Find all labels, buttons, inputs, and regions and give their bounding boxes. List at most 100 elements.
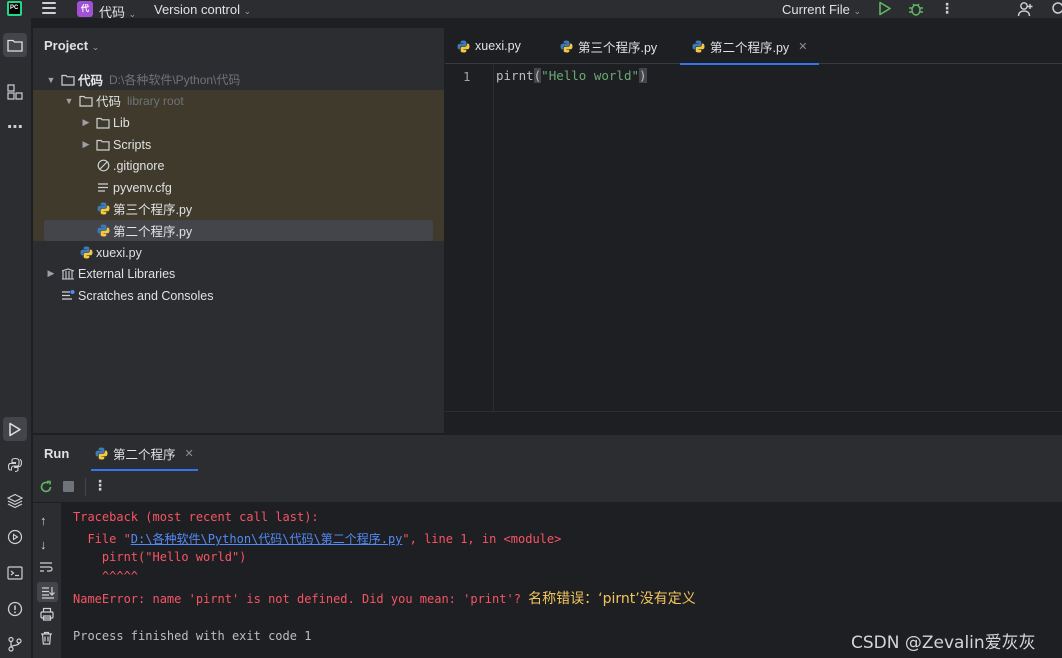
toolbar-divider [85,478,86,496]
git-tool-button[interactable] [3,632,27,656]
warning-circle-icon [7,601,23,617]
structure-tool-button[interactable] [3,80,27,104]
more-tools-icon[interactable]: ⋯ [3,115,27,139]
run-tab-label: 第二个程序 [113,447,176,462]
console-code-line: pirnt("Hello world") [73,550,247,564]
tree-item-label: xuexi.py [96,245,142,260]
search-button[interactable] [1051,1,1062,20]
tree-item-external-libraries[interactable]: ▶ External Libraries [33,263,444,284]
git-branch-icon [8,636,22,652]
more-actions-icon[interactable]: ⋮ [940,0,954,17]
tree-item-gitignore[interactable]: .gitignore [33,155,444,176]
print-icon[interactable] [40,607,54,624]
folder-icon [96,138,110,151]
version-control-label: Version control [154,2,240,17]
close-icon[interactable]: ✕ [798,40,807,53]
code-editor[interactable]: 1 pirnt("Hello world") [445,65,1062,433]
structure-icon [7,84,23,100]
watermark: CSDN @Zevalin爱灰灰 [851,633,1036,653]
code-string: "Hello world" [541,68,640,83]
project-switcher[interactable]: 代码 ⌄ [99,2,136,21]
version-control-menu[interactable]: Version control ⌄ [154,2,251,17]
trash-icon[interactable] [40,631,53,648]
project-badge[interactable]: 代 [77,1,93,17]
more-actions-icon[interactable]: ⋮ [93,477,107,494]
console-caret-line: ^^^^^ [73,569,139,583]
tree-item-pyvenv-cfg[interactable]: pyvenv.cfg [33,177,444,198]
tab-second-program[interactable]: 第二个程序.py ✕ [680,28,820,65]
run-tool-button[interactable] [3,417,27,441]
text-file-icon [96,181,110,194]
arrow-up-icon[interactable]: ↑ [40,513,47,528]
python-file-icon [79,246,93,259]
run-config-selector[interactable]: Current File ⌄ [782,2,861,17]
soft-wrap-icon[interactable] [39,561,53,577]
main-menu-icon[interactable] [42,2,56,14]
tree-item-scripts-folder[interactable]: ▶ Scripts [33,134,444,155]
tab-label: 第三个程序.py [578,40,658,55]
tab-label: 第二个程序.py [710,40,790,55]
tree-item-third-program[interactable]: 第三个程序.py [33,198,444,219]
chevron-right-icon[interactable]: ▶ [80,117,92,128]
project-panel-header[interactable]: Project ⌄ [44,38,99,53]
debug-button[interactable] [908,1,924,20]
run-panel: Run 第二个程序 ✕ ⋮ ↑ ↓ Traceback (most recent… [33,434,1062,658]
scroll-to-end-button[interactable] [37,582,58,602]
project-tool-button[interactable] [3,33,27,57]
project-panel-title: Project [44,38,89,53]
tab-xuexi[interactable]: xuexi.py [457,28,521,64]
line-gutter: 1 [445,65,494,411]
chevron-down-icon: ⌄ [91,42,100,52]
stop-icon[interactable] [63,481,74,492]
close-icon[interactable]: ✕ [185,447,194,460]
scratches-icon [61,289,75,302]
services-tool-button[interactable] [3,525,27,549]
editor-tab-bar: xuexi.py 第三个程序.py 第二个程序.py ✕ [445,28,1062,65]
run-panel-title: Run [44,446,70,461]
tree-item-label: 代码 [96,95,122,109]
arrow-down-icon[interactable]: ↓ [40,537,47,552]
bug-icon [909,3,923,16]
tree-item-root-folder[interactable]: ▼ 代码 D:\各种软件\Python\代码 [33,69,444,90]
tree-item-path-hint: D:\各种软件\Python\代码 [109,73,241,87]
run-button[interactable] [878,1,892,19]
run-tab-second-program[interactable]: 第二个程序 ✕ [91,435,198,471]
tree-item-xuexi[interactable]: xuexi.py [33,242,444,263]
run-config-label: Current File [782,2,850,17]
tab-third-program[interactable]: 第三个程序.py [560,28,657,64]
tree-item-second-program[interactable]: 第二个程序.py [33,220,444,241]
rerun-button[interactable] [39,480,53,497]
play-icon [9,422,21,436]
chevron-down-icon[interactable]: ▼ [45,75,57,85]
play-icon [879,1,891,16]
console-error-message: NameError: name 'pirnt' is not defined. … [73,592,521,606]
add-user-button[interactable] [1017,1,1034,20]
python-file-icon [560,40,573,53]
annotation-note: 名称错误：‘pirnt’没有定义 [528,591,696,607]
rerun-icon [40,480,52,493]
terminal-tool-button[interactable] [3,561,27,585]
chevron-down-icon[interactable]: ▼ [63,96,75,106]
tree-item-scratches[interactable]: Scratches and Consoles [33,285,444,306]
folder-icon [79,94,93,107]
console-file-link[interactable]: D:\各种软件\Python\代码\代码\第二个程序.py [131,532,403,546]
chevron-right-icon[interactable]: ▶ [80,139,92,150]
console-error-line: NameError: name 'pirnt' is not defined. … [73,588,696,608]
problems-tool-button[interactable] [3,597,27,621]
services-icon [7,529,23,545]
python-console-tool-button[interactable] [3,453,27,477]
packages-tool-button[interactable] [3,489,27,513]
terminal-icon [7,566,23,580]
run-toolbar: ⋮ [33,472,1062,503]
chevron-down-icon: ⌄ [853,6,862,16]
project-panel: Project ⌄ ▼ 代码 D:\各种软件\Python\代码 ▼ 代码 li… [33,28,444,433]
python-console-icon [7,457,23,473]
python-file-icon [457,40,470,53]
search-icon [1052,2,1062,14]
tree-item-lib-folder[interactable]: ▶ Lib [33,112,444,133]
tree-item-library-folder[interactable]: ▼ 代码 library root [33,90,444,111]
console-file-line: File "D:\各种软件\Python\代码\代码\第二个程序.py", li… [73,530,561,547]
code-line[interactable]: pirnt("Hello world") [496,68,647,83]
chevron-right-icon[interactable]: ▶ [45,268,57,279]
tree-item-label: .gitignore [113,158,165,173]
